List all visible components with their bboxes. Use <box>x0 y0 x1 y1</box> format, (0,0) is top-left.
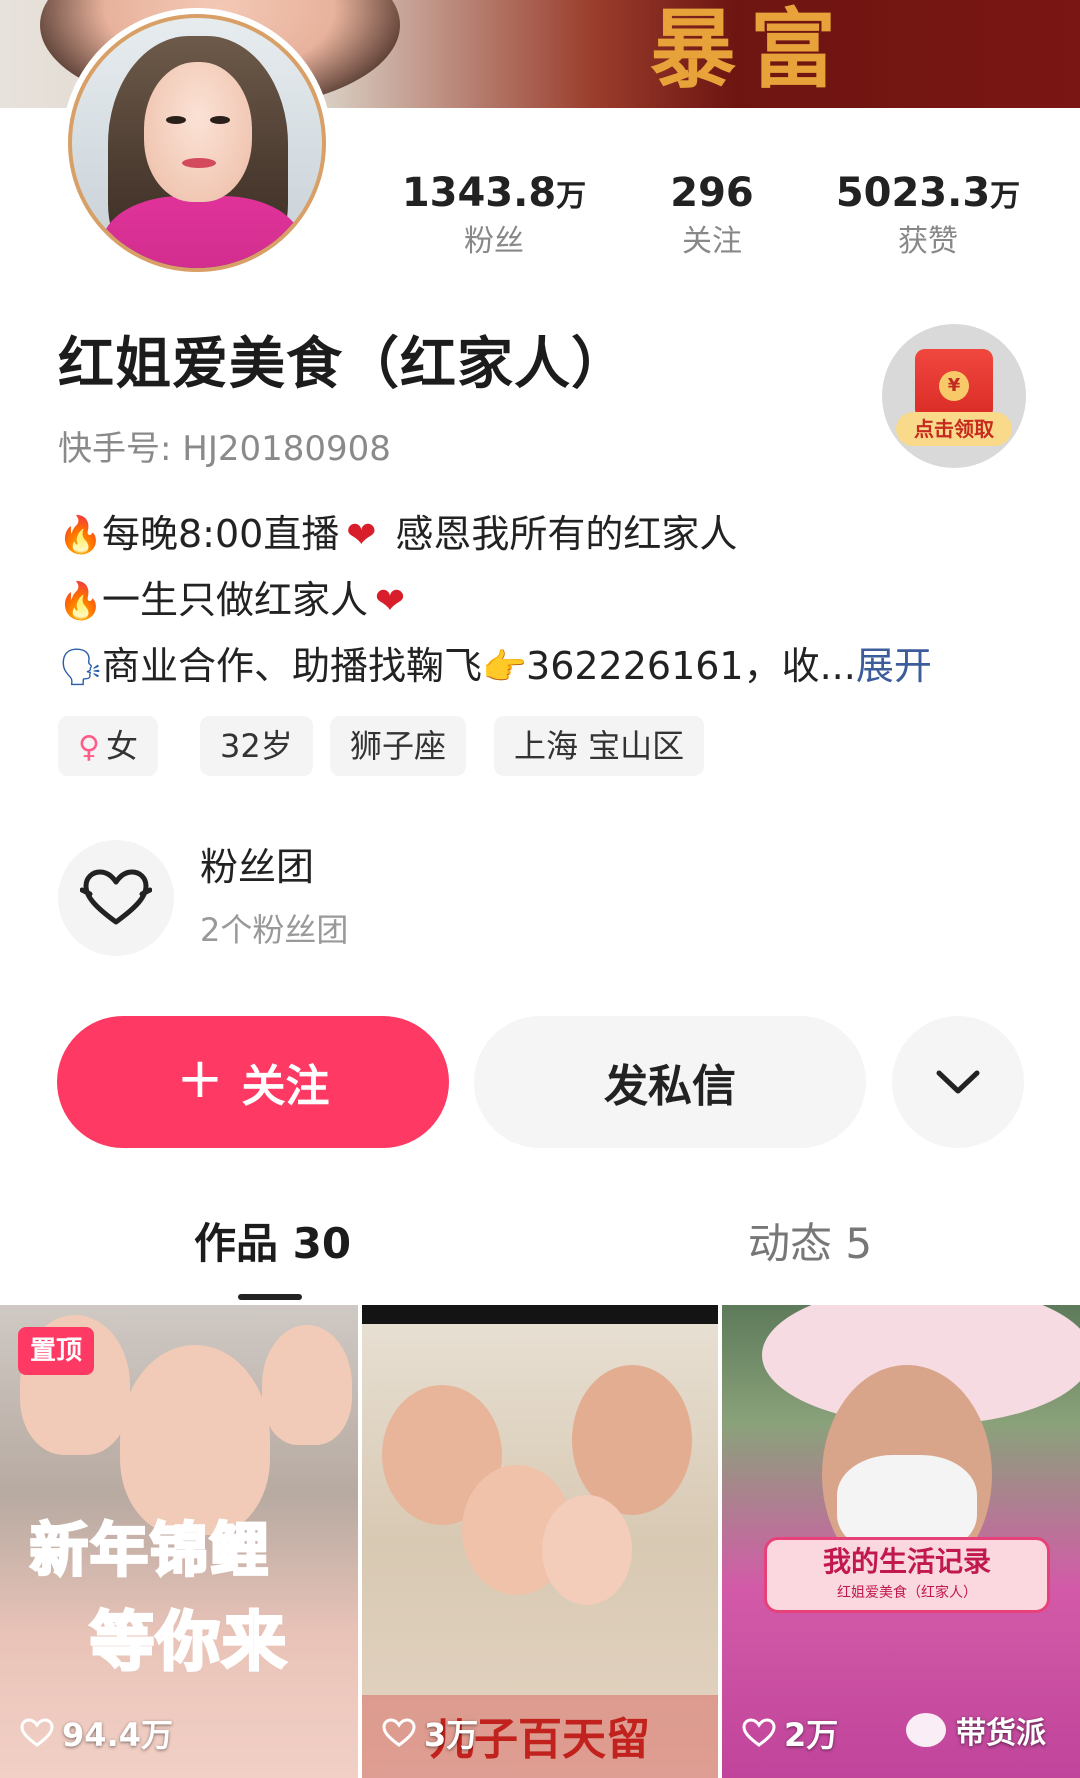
heart-outline-icon <box>742 1718 776 1747</box>
heart-outline-icon <box>80 869 152 925</box>
speaking-head-icon: 🗣 <box>58 647 104 688</box>
tag-zodiac: 狮子座 <box>330 716 467 776</box>
stat-following[interactable]: 296 关注 <box>612 168 812 262</box>
fire-icon: 🔥 <box>58 515 103 556</box>
video-likes: 94.4万 <box>20 1710 173 1756</box>
heart-outline-icon <box>20 1718 54 1747</box>
video-thumbnail[interactable]: 儿子百天留 3万 <box>362 1305 718 1778</box>
bio-line-3: 🗣商业合作、助播找鞠飞👉362226161，收...展开 <box>58 638 932 696</box>
bio-expand-link[interactable]: 展开 <box>856 644 932 688</box>
video-likes: 3万 <box>382 1710 478 1756</box>
video-thumbnail[interactable]: 置顶 新年锦鲤 等你来 94.4万 <box>0 1305 358 1778</box>
wechat-logo-icon <box>906 1713 946 1747</box>
heart-icon: ❤ <box>374 581 406 622</box>
stat-following-label: 关注 <box>682 224 742 259</box>
plus-icon: + <box>176 1046 224 1111</box>
profile-user-id[interactable]: 快手号: HJ20180908 <box>58 426 391 472</box>
stat-followers-label: 粉丝 <box>464 224 524 259</box>
tag-age: 32岁 <box>200 716 313 776</box>
stat-likes-count: 5023.3万 <box>835 170 1021 216</box>
avatar-image <box>68 14 326 272</box>
tag-location: 上海 宝山区 <box>494 716 705 776</box>
fire-icon: 🔥 <box>58 581 103 622</box>
red-packet-button[interactable]: ¥ 点击领取 <box>882 324 1026 468</box>
tab-indicator <box>238 1294 302 1300</box>
video-likes: 2万 <box>742 1710 838 1756</box>
follow-button[interactable]: + 关注 <box>57 1016 449 1148</box>
tag-gender: ♀ 女 <box>58 716 158 776</box>
fan-club-title[interactable]: 粉丝团 <box>200 842 314 892</box>
fan-club-icon[interactable] <box>58 840 174 956</box>
video-thumbnail[interactable]: 我的生活记录 红姐爱美食（红家人） 2万 带货派 <box>722 1305 1080 1778</box>
video-label: 我的生活记录 红姐爱美食（红家人） <box>764 1537 1050 1613</box>
more-options-button[interactable] <box>892 1016 1024 1148</box>
stat-likes[interactable]: 5023.3万 获赞 <box>828 168 1028 262</box>
profile-name: 红姐爱美食（红家人） <box>58 332 628 397</box>
chevron-down-icon <box>936 1070 980 1094</box>
red-envelope-icon: ¥ <box>915 349 993 419</box>
bio-line-2: 🔥一生只做红家人 ❤ <box>58 572 412 630</box>
fan-club-subtitle: 2个粉丝团 <box>200 911 349 949</box>
tab-works[interactable]: 作品 30 <box>194 1214 351 1274</box>
heart-outline-icon <box>382 1718 416 1747</box>
video-headline: 新年锦鲤 <box>28 1515 271 1586</box>
stat-likes-label: 获赞 <box>898 224 958 259</box>
stat-followers[interactable]: 1343.8万 粉丝 <box>394 168 594 262</box>
heart-icon: ❤ <box>346 515 377 556</box>
stat-followers-count: 1343.8万 <box>401 170 587 216</box>
avatar[interactable] <box>62 8 332 278</box>
pinned-badge: 置顶 <box>18 1327 95 1375</box>
watermark: 带货派 <box>906 1708 1046 1752</box>
video-headline-2: 等你来 <box>89 1605 288 1682</box>
red-packet-label: 点击领取 <box>896 412 1012 446</box>
bio-line-1: 🔥每晚8:00直播 ❤ 感恩我所有的红家人 <box>58 506 737 564</box>
pointing-hand-icon: 👉 <box>482 647 527 688</box>
tab-moments[interactable]: 动态 5 <box>748 1214 872 1274</box>
stat-following-count: 296 <box>670 170 754 216</box>
banner-text: 暴富 <box>650 0 850 100</box>
message-button[interactable]: 发私信 <box>474 1016 866 1148</box>
female-icon: ♀ <box>78 730 100 765</box>
